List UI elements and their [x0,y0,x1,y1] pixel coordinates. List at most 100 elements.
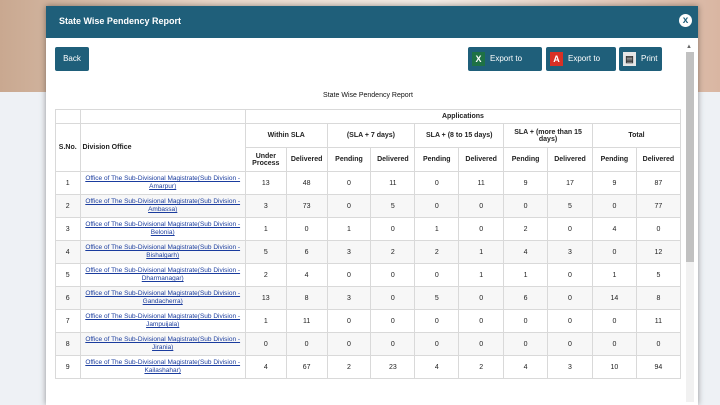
print-button[interactable]: ▤ Print [619,47,662,71]
cell-count: 67 [285,355,328,379]
header-sla-7: (SLA + 7 days) [326,123,416,148]
subheader-pending: Pending [326,147,372,172]
cell-count: 8 [285,286,328,310]
cell-division-office: Office of The Sub-Divisional Magistrate(… [79,286,246,310]
subheader-delivered: Delivered [370,147,416,172]
modal-title: State Wise Pendency Report [59,16,181,26]
cell-sno: 7 [55,309,81,333]
cell-count: 9 [503,171,549,195]
cell-sno: 3 [55,217,81,241]
cell-count: 6 [503,286,549,310]
cell-count: 0 [326,309,372,333]
export-excel-button[interactable]: X Export to Exce [468,47,542,87]
cell-count: 4 [244,355,287,379]
toolbar: Back X Export to Exce A Export to PDF ▤ … [46,38,698,87]
table-row: 3 Office of The Sub-Divisional Magistrate… [55,217,682,241]
cell-division-office: Office of The Sub-Divisional Magistrate(… [79,355,246,379]
cell-count: 6 [285,240,328,264]
cell-count: 23 [370,355,416,379]
division-office-link[interactable]: Office of The Sub-Divisional Magistrate(… [83,221,243,237]
cell-count: 0 [635,217,682,241]
cell-count: 0 [414,332,460,356]
cell-count: 0 [547,309,593,333]
cell-count: 2 [414,240,460,264]
back-button[interactable]: Back [55,47,89,71]
cell-count: 0 [591,240,637,264]
scroll-up-arrow-icon[interactable]: ▲ [686,44,692,50]
cell-count: 0 [458,309,505,333]
print-label: Print [641,54,658,63]
pdf-icon: A [550,52,563,66]
division-office-link[interactable]: Office of The Sub-Divisional Magistrate(… [83,198,243,214]
cell-division-office: Office of The Sub-Divisional Magistrate(… [79,240,246,264]
cell-count: 0 [591,309,637,333]
cell-count: 94 [635,355,682,379]
header-sno: S.No. [55,123,81,172]
cell-count: 14 [591,286,637,310]
cell-count: 0 [547,286,593,310]
subheader-delivered: Delivered [285,147,328,172]
cell-count: 9 [591,171,637,195]
header-total: Total [591,123,682,148]
cell-count: 1 [414,217,460,241]
cell-count: 0 [370,309,416,333]
cell-count: 0 [326,194,372,218]
cell-count: 0 [547,263,593,287]
header-sla-15-plus: SLA + (more than 15 days) [503,123,593,148]
cell-sno: 1 [55,171,81,195]
header-division-office: Division Office [79,123,246,172]
division-office-link[interactable]: Office of The Sub-Divisional Magistrate(… [83,175,243,191]
cell-division-office: Office of The Sub-Divisional Magistrate(… [79,194,246,218]
cell-count: 3 [326,240,372,264]
cell-count: 3 [244,194,287,218]
cell-count: 0 [458,332,505,356]
subheader-under-process: Under Process [244,147,287,172]
division-office-link[interactable]: Office of The Sub-Divisional Magistrate(… [83,267,243,283]
cell-count: 13 [244,286,287,310]
cell-count: 2 [244,263,287,287]
close-button[interactable]: x [679,14,692,27]
header-applications: Applications [244,109,682,124]
cell-count: 1 [503,263,549,287]
division-office-link[interactable]: Office of The Sub-Divisional Magistrate(… [83,244,243,260]
cell-count: 0 [414,171,460,195]
cell-count: 1 [244,309,287,333]
cell-count: 2 [370,240,416,264]
table-row: 4 Office of The Sub-Divisional Magistrate… [55,240,682,264]
cell-count: 73 [285,194,328,218]
cell-count: 0 [547,332,593,356]
cell-count: 0 [503,194,549,218]
report-title: State Wise Pendency Report [323,92,413,99]
export-excel-label: Export to Exce [490,54,523,87]
cell-count: 0 [547,217,593,241]
cell-sno: 6 [55,286,81,310]
cell-sno: 5 [55,263,81,287]
cell-count: 0 [591,194,637,218]
cell-count: 0 [458,286,505,310]
scrollbar-thumb[interactable] [686,52,694,262]
cell-division-office: Office of The Sub-Divisional Magistrate(… [79,171,246,195]
cell-count: 0 [414,263,460,287]
table-row: 9 Office of The Sub-Divisional Magistrate… [55,355,682,379]
cell-count: 5 [635,263,682,287]
cell-count: 11 [285,309,328,333]
cell-count: 0 [458,217,505,241]
cell-count: 0 [370,217,416,241]
cell-count: 0 [370,332,416,356]
cell-count: 1 [458,240,505,264]
export-pdf-button[interactable]: A Export to PDF [546,47,616,87]
cell-count: 1 [591,263,637,287]
cell-count: 5 [414,286,460,310]
division-office-link[interactable]: Office of The Sub-Divisional Magistrate(… [83,290,243,306]
division-office-link[interactable]: Office of The Sub-Divisional Magistrate(… [83,359,243,375]
cell-count: 5 [244,240,287,264]
cell-sno: 2 [55,194,81,218]
cell-count: 4 [414,355,460,379]
cell-division-office: Office of The Sub-Divisional Magistrate(… [79,263,246,287]
cell-count: 13 [244,171,287,195]
header-blank-office [79,109,246,124]
division-office-link[interactable]: Office of The Sub-Divisional Magistrate(… [83,313,243,329]
background-left [0,92,46,405]
modal-header: State Wise Pendency Report x [46,6,698,38]
division-office-link[interactable]: Office of The Sub-Divisional Magistrate(… [83,336,243,352]
